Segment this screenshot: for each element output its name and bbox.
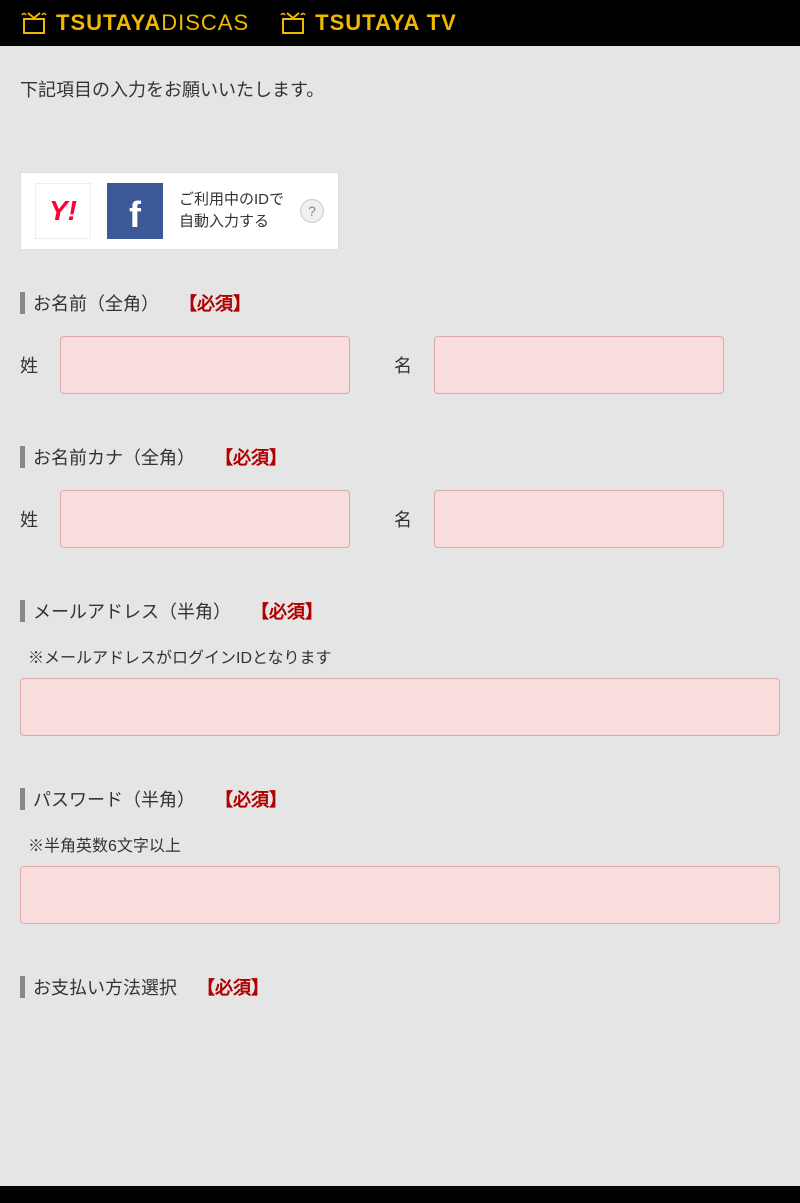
required-badge: 【必須】 [251, 598, 323, 624]
section-label-email: メールアドレス（半角） 【必須】 [20, 598, 780, 624]
label-sei-kana: 姓 [20, 506, 48, 532]
section-label-password: パスワード（半角） 【必須】 [20, 786, 780, 812]
section-payment: お支払い方法選択 【必須】 [20, 974, 780, 1000]
required-badge: 【必須】 [197, 974, 269, 1000]
page-header: TSUTAYADISCAS TSUTAYA TV [0, 0, 800, 46]
password-note: ※半角英数6文字以上 [28, 832, 780, 856]
password-input[interactable] [20, 866, 780, 924]
label-bar-icon [20, 292, 25, 314]
logo-text-tv: TSUTAYA TV [315, 10, 457, 36]
section-kana: お名前カナ（全角） 【必須】 姓 名 [20, 444, 780, 548]
label-bar-icon [20, 788, 25, 810]
lastname-kana-input[interactable] [60, 490, 350, 548]
label-bar-icon [20, 446, 25, 468]
yahoo-login-button[interactable]: Y! [35, 183, 91, 239]
logo-discas: TSUTAYADISCAS [20, 10, 249, 36]
section-label-payment: お支払い方法選択 【必須】 [20, 974, 780, 1000]
email-input[interactable] [20, 678, 780, 736]
label-bar-icon [20, 976, 25, 998]
section-name: お名前（全角） 【必須】 姓 名 [20, 290, 780, 394]
section-label-kana: お名前カナ（全角） 【必須】 [20, 444, 780, 470]
tv-icon [279, 11, 307, 35]
label-mei-kana: 名 [394, 506, 422, 532]
email-note: ※メールアドレスがログインIDとなります [28, 644, 780, 668]
section-email: メールアドレス（半角） 【必須】 ※メールアドレスがログインIDとなります [20, 598, 780, 736]
required-badge: 【必須】 [215, 786, 287, 812]
logo-tv: TSUTAYA TV [279, 10, 457, 36]
firstname-input[interactable] [434, 336, 724, 394]
lastname-input[interactable] [60, 336, 350, 394]
logo-text-discas: TSUTAYADISCAS [56, 10, 249, 36]
label-mei: 名 [394, 352, 422, 378]
social-text: ご利用中のIDで 自動入力する [179, 189, 284, 234]
section-label-name: お名前（全角） 【必須】 [20, 290, 780, 316]
social-login-box: Y! f ご利用中のIDで 自動入力する ? [20, 172, 339, 250]
main-content: 下記項目の入力をお願いいたします。 Y! f ご利用中のIDで 自動入力する ?… [0, 46, 800, 1186]
section-password: パスワード（半角） 【必須】 ※半角英数6文字以上 [20, 786, 780, 924]
required-badge: 【必須】 [179, 290, 251, 316]
intro-text: 下記項目の入力をお願いいたします。 [20, 76, 780, 102]
help-icon[interactable]: ? [300, 199, 324, 223]
label-bar-icon [20, 600, 25, 622]
firstname-kana-input[interactable] [434, 490, 724, 548]
required-badge: 【必須】 [215, 444, 287, 470]
tv-icon [20, 11, 48, 35]
facebook-login-button[interactable]: f [107, 183, 163, 239]
label-sei: 姓 [20, 352, 48, 378]
